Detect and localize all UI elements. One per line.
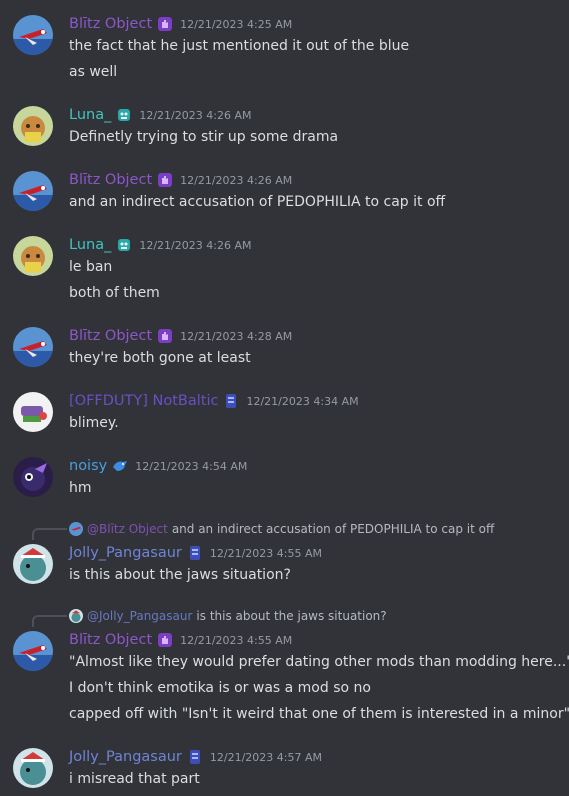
message-text: blimey. xyxy=(69,415,119,431)
avatar[interactable] xyxy=(13,392,53,432)
timestamp: 12/21/2023 4:55 AM xyxy=(180,633,293,647)
message-text: "Almost like they would prefer dating ot… xyxy=(69,654,569,670)
avatar[interactable] xyxy=(13,171,53,211)
reply-spine xyxy=(32,528,67,540)
avatar[interactable] xyxy=(13,457,53,497)
purple-hand-icon[interactable] xyxy=(156,15,174,33)
blue-card-icon[interactable] xyxy=(186,748,204,766)
username[interactable]: Luna_ xyxy=(69,237,111,253)
reply-username[interactable]: @Blītz Object xyxy=(87,522,168,536)
username[interactable]: Blītz Object xyxy=(69,632,152,648)
reply-text: and an indirect accusation of PEDOPHILIA… xyxy=(171,522,495,536)
message-text: the fact that he just mentioned it out o… xyxy=(69,38,410,54)
message-text: is this about the jaws situation? xyxy=(69,567,291,583)
message-text: I don't think emotika is or was a mod so… xyxy=(69,680,371,696)
reply-text: is this about the jaws situation? xyxy=(196,609,387,623)
username[interactable]: Luna_ xyxy=(69,107,111,123)
timestamp: 12/21/2023 4:26 AM xyxy=(139,108,252,122)
reply-avatar xyxy=(69,522,83,536)
message-text: as well xyxy=(69,64,118,80)
reply-preview[interactable]: @Blītz Object and an indirect accusation… xyxy=(69,521,494,537)
username[interactable]: Blītz Object xyxy=(69,16,152,32)
teal-robot-icon[interactable] xyxy=(115,106,133,124)
timestamp: 12/21/2023 4:26 AM xyxy=(139,238,252,252)
teal-robot-icon[interactable] xyxy=(115,236,133,254)
message-text: hm xyxy=(69,480,92,496)
avatar[interactable] xyxy=(13,327,53,367)
message-text: i misread that part xyxy=(69,771,200,787)
reply-avatar xyxy=(69,609,83,623)
message-text: le ban xyxy=(69,259,113,275)
reply-username[interactable]: @Jolly_Pangasaur xyxy=(87,609,192,623)
avatar[interactable] xyxy=(13,631,53,671)
avatar[interactable] xyxy=(13,748,53,788)
timestamp: 12/21/2023 4:57 AM xyxy=(209,750,323,764)
timestamp: 12/21/2023 4:55 AM xyxy=(209,546,323,560)
avatar[interactable] xyxy=(13,15,53,55)
avatar[interactable] xyxy=(13,544,53,584)
avatar[interactable] xyxy=(13,236,53,276)
timestamp: 12/21/2023 4:34 AM xyxy=(246,394,359,408)
timestamp: 12/21/2023 4:28 AM xyxy=(180,329,293,343)
timestamp: 12/21/2023 4:54 AM xyxy=(135,459,248,473)
message-text: and an indirect accusation of PEDOPHILIA… xyxy=(69,194,446,210)
purple-hand-icon[interactable] xyxy=(156,631,174,649)
purple-hand-icon[interactable] xyxy=(156,327,174,345)
message-text: they're both gone at least xyxy=(69,350,251,366)
username[interactable]: Blītz Object xyxy=(69,328,152,344)
message-text: capped off with "Isn't it weird that one… xyxy=(69,706,569,722)
username[interactable]: Jolly_Pangasaur xyxy=(69,749,182,765)
blue-card-icon[interactable] xyxy=(186,544,204,562)
blue-card-icon[interactable] xyxy=(222,392,240,410)
reply-spine xyxy=(32,615,67,627)
avatar[interactable] xyxy=(13,106,53,146)
timestamp: 12/21/2023 4:26 AM xyxy=(180,173,293,187)
blue-bird-icon[interactable] xyxy=(111,457,129,475)
purple-hand-icon[interactable] xyxy=(156,171,174,189)
username[interactable]: Jolly_Pangasaur xyxy=(69,545,182,561)
username[interactable]: Blītz Object xyxy=(69,172,152,188)
username[interactable]: noisy xyxy=(69,458,107,474)
reply-preview[interactable]: @Jolly_Pangasaur is this about the jaws … xyxy=(69,608,387,624)
message-text: both of them xyxy=(69,285,160,301)
message-text: Definetly trying to stir up some drama xyxy=(69,129,339,145)
timestamp: 12/21/2023 4:25 AM xyxy=(180,17,293,31)
username[interactable]: [OFFDUTY] NotBaltic xyxy=(69,393,218,409)
